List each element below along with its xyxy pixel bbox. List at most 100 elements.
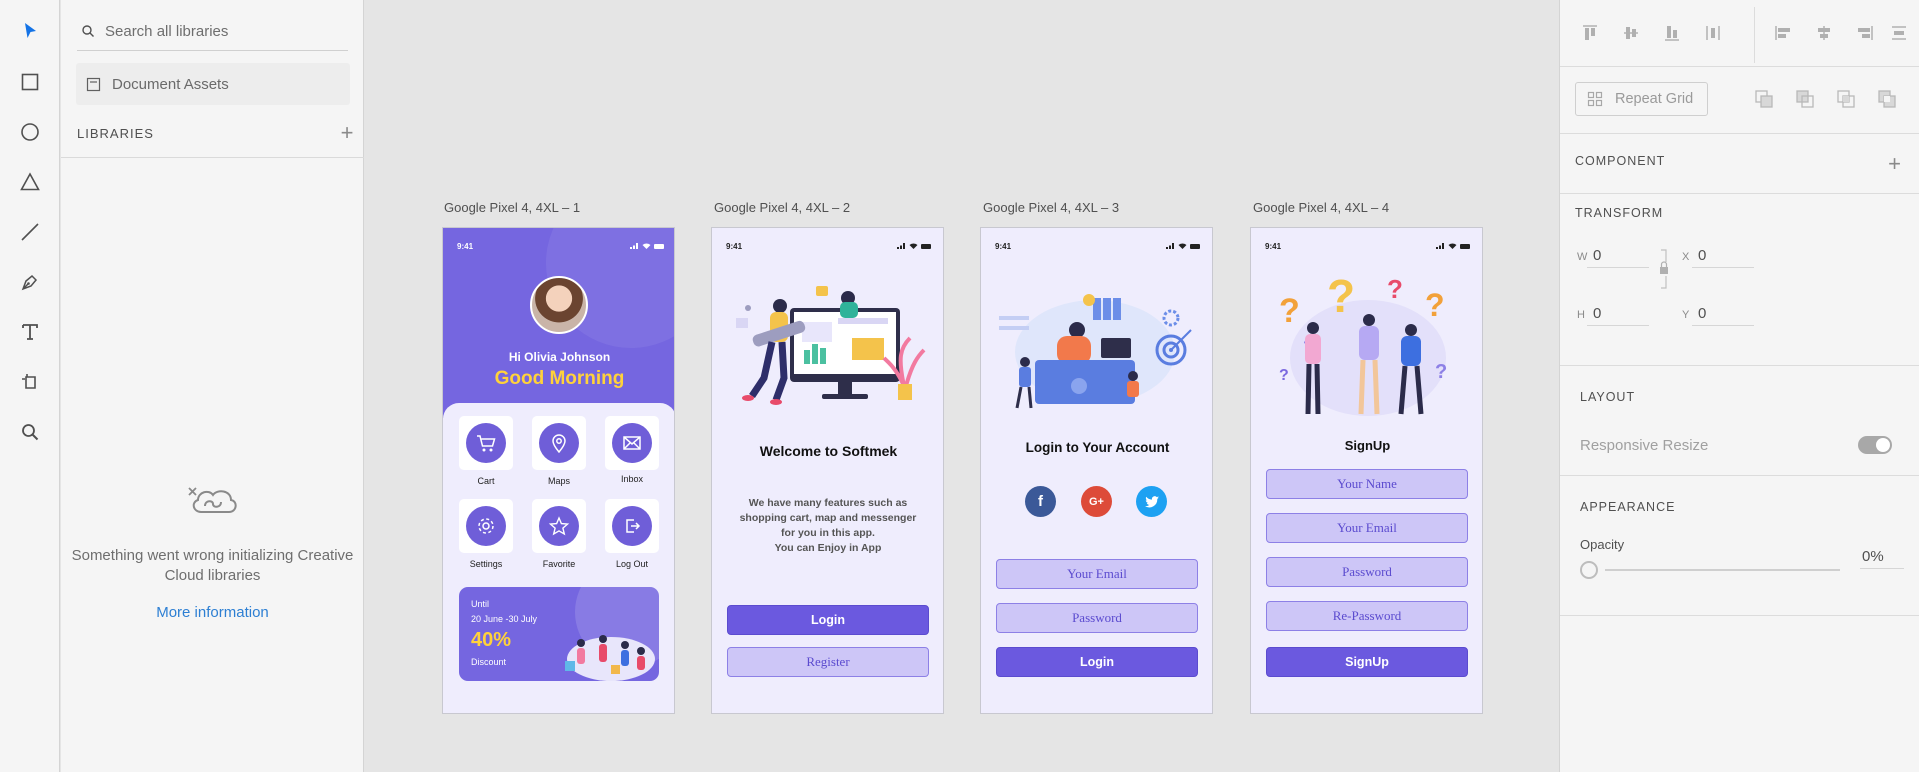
name-field[interactable]: Your Name (1266, 469, 1468, 499)
cart-tile[interactable] (459, 416, 513, 470)
artboard-label-3[interactable]: Google Pixel 4, 4XL – 3 (983, 200, 1119, 215)
artboard-3[interactable]: 9:41 Login to Your Account f G+ Your Ema… (980, 227, 1213, 714)
artboard-label-1[interactable]: Google Pixel 4, 4XL – 1 (444, 200, 580, 215)
promo-discount: Discount (471, 657, 507, 667)
pen-tool[interactable] (14, 266, 46, 298)
more-information-link[interactable]: More information (71, 604, 354, 621)
signup-button[interactable]: SignUp (1266, 647, 1468, 677)
document-assets-item[interactable]: Document Assets (76, 63, 350, 105)
repeat-password-field[interactable]: Re-Password (1266, 601, 1468, 631)
divider (1560, 615, 1919, 616)
triangle-icon (20, 172, 40, 191)
add-component-button[interactable]: + (1888, 151, 1901, 177)
login-button[interactable]: Login (727, 605, 929, 635)
text-tool[interactable] (14, 316, 46, 348)
align-toolbar (1574, 7, 1915, 63)
wifi-icon (1448, 243, 1457, 249)
facebook-button[interactable]: f (1025, 486, 1056, 517)
inbox-tile[interactable] (605, 416, 659, 470)
status-icons (630, 243, 664, 249)
repeat-grid-label: Repeat Grid (1615, 91, 1694, 107)
password-field[interactable]: Password (996, 603, 1198, 633)
artboard-2[interactable]: 9:41 Welcome to Softmek We have many fea… (711, 227, 944, 714)
welcome-description: We have many features such as shopping c… (728, 496, 928, 556)
exclude-boolean-icon[interactable] (1875, 87, 1899, 111)
svg-text:?: ? (1279, 367, 1289, 384)
component-title: COMPONENT (1575, 154, 1666, 168)
status-bar: 9:41 (981, 242, 1212, 254)
search-input[interactable] (105, 22, 335, 40)
x-label: X (1682, 251, 1690, 263)
align-center-button[interactable] (1808, 17, 1840, 49)
x-input[interactable] (1692, 244, 1754, 268)
add-boolean-icon[interactable] (1752, 87, 1776, 111)
magnifier-icon (22, 424, 39, 441)
lock-aspect-icon[interactable] (1657, 248, 1671, 290)
status-bar: 9:41 (443, 242, 674, 254)
favorite-tile[interactable] (532, 499, 586, 553)
align-top-button[interactable] (1574, 17, 1606, 49)
align-bottom-icon (1665, 26, 1679, 41)
creative-cloud-error-icon (188, 487, 237, 513)
y-input[interactable] (1692, 302, 1754, 326)
greeting-text: Hi Olivia Johnson (508, 350, 611, 364)
width-input[interactable] (1587, 244, 1649, 268)
email-field[interactable]: Your Email (1266, 513, 1468, 543)
divider (1560, 193, 1919, 194)
svg-text:?: ? (1425, 287, 1445, 323)
align-left-button[interactable] (1767, 17, 1799, 49)
select-tool[interactable] (14, 15, 46, 47)
artboard-1[interactable]: 9:41 Hi Olivia Johnson Good Morning Cart… (442, 227, 675, 714)
description-line: shopping cart, map and messenger (739, 512, 917, 524)
artboard-label-2[interactable]: Google Pixel 4, 4XL – 2 (714, 200, 850, 215)
rectangle-tool[interactable] (14, 66, 46, 98)
add-library-button[interactable]: + (337, 122, 357, 144)
align-middle-button[interactable] (1615, 17, 1647, 49)
divider (1560, 66, 1919, 67)
cart-icon (477, 435, 496, 452)
map-pin-icon (552, 434, 566, 454)
subtract-boolean-icon[interactable] (1793, 87, 1817, 111)
distribute-vertical-button[interactable] (1697, 17, 1729, 49)
divider (1560, 133, 1919, 134)
register-button[interactable]: Register (727, 647, 929, 677)
responsive-resize-toggle[interactable] (1858, 436, 1892, 454)
artboard-label-4[interactable]: Google Pixel 4, 4XL – 4 (1253, 200, 1389, 215)
zoom-tool[interactable] (14, 416, 46, 448)
twitter-button[interactable] (1136, 486, 1167, 517)
login-illustration (999, 294, 1192, 409)
repeat-grid-button[interactable]: Repeat Grid (1575, 82, 1708, 116)
height-input[interactable] (1587, 302, 1649, 326)
opacity-slider-track[interactable] (1605, 569, 1840, 571)
align-right-button[interactable] (1849, 17, 1881, 49)
gear-icon (478, 518, 494, 534)
login-button[interactable]: Login (996, 647, 1198, 677)
maps-tile[interactable] (532, 416, 586, 470)
library-search[interactable] (77, 12, 348, 51)
opacity-label: Opacity (1580, 537, 1625, 552)
pen-icon (21, 274, 38, 291)
password-field[interactable]: Password (1266, 557, 1468, 587)
tile-label: Cart (477, 476, 495, 486)
tile-label: Log Out (615, 559, 649, 569)
ellipse-tool[interactable] (14, 116, 46, 148)
google-plus-button[interactable]: G+ (1081, 486, 1112, 517)
artboard-tool[interactable] (14, 366, 46, 398)
opacity-slider-handle[interactable] (1580, 561, 1598, 579)
line-tool[interactable] (14, 216, 46, 248)
artboard-4[interactable]: 9:41 ? ? ? ? ? ? ? SignUp Your Name Your (1250, 227, 1483, 714)
email-field[interactable]: Your Email (996, 559, 1198, 589)
design-canvas[interactable]: Google Pixel 4, 4XL – 1 9:41 Hi Olivia J… (364, 0, 1559, 772)
star-icon (548, 516, 570, 536)
status-time: 9:41 (726, 242, 743, 251)
logout-tile[interactable] (605, 499, 659, 553)
distribute-horizontal-button[interactable] (1883, 17, 1915, 49)
status-bar: 9:41 (712, 242, 943, 254)
opacity-input[interactable] (1860, 545, 1904, 569)
polygon-tool[interactable] (14, 166, 46, 198)
intersect-boolean-icon[interactable] (1834, 87, 1858, 111)
settings-tile[interactable] (459, 499, 513, 553)
status-icons (1166, 243, 1200, 249)
align-bottom-button[interactable] (1656, 17, 1688, 49)
discount-banner[interactable]: Until 20 June -30 July 40% Discount (459, 587, 659, 681)
